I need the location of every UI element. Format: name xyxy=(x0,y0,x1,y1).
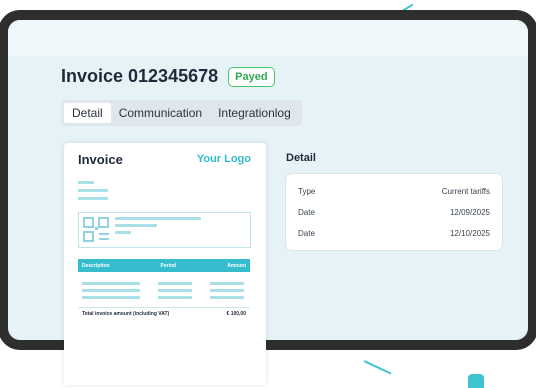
column-header: Description xyxy=(82,262,110,269)
placeholder-bar xyxy=(210,282,244,285)
placeholder-bar xyxy=(115,224,157,227)
placeholder-bar xyxy=(82,296,140,299)
detail-label: Date xyxy=(298,229,315,238)
tab-bar: Detail Communication Integrationlog xyxy=(61,100,302,126)
detail-row: Date 12/10/2025 xyxy=(298,229,490,238)
preview-logo: Your Logo xyxy=(196,153,251,165)
tab-detail[interactable]: Detail xyxy=(64,103,111,123)
detail-row: Type Current tariffs xyxy=(298,187,490,196)
total-label: Total invoice amount (including VAT) xyxy=(82,311,170,317)
detail-label: Date xyxy=(298,208,315,217)
total-value: € 100,00 xyxy=(226,311,246,317)
decorative-shape-bottom-right xyxy=(468,374,484,388)
preview-total-row: Total invoice amount (including VAT) € 1… xyxy=(82,311,246,317)
placeholder-bar xyxy=(82,289,140,292)
page-title: Invoice 012345678 xyxy=(61,66,219,86)
invoice-preview: Invoice Your Logo Description Period Amo… xyxy=(64,143,266,385)
top-band xyxy=(8,20,528,56)
decorative-line-bottom xyxy=(363,360,392,375)
placeholder-bar xyxy=(158,282,192,285)
placeholder-bar xyxy=(115,231,131,234)
detail-card: Type Current tariffs Date 12/09/2025 Dat… xyxy=(285,173,503,251)
qr-code-icon xyxy=(83,217,109,242)
tab-integrationlog[interactable]: Integrationlog xyxy=(210,103,299,123)
column-header: Amount xyxy=(227,262,246,269)
placeholder-bar xyxy=(78,181,94,184)
placeholder-bar xyxy=(158,296,192,299)
placeholder-bar xyxy=(82,282,140,285)
placeholder-bar xyxy=(115,217,201,220)
detail-value: 12/10/2025 xyxy=(449,229,490,238)
tab-communication[interactable]: Communication xyxy=(111,103,210,123)
preview-table-header: Description Period Amount xyxy=(78,259,250,272)
detail-row: Date 12/09/2025 xyxy=(298,208,490,217)
placeholder-bar xyxy=(78,197,108,200)
column-header: Period xyxy=(160,262,177,269)
title-row: Invoice 012345678 Payed xyxy=(61,66,275,87)
placeholder-bar xyxy=(210,289,244,292)
detail-heading: Detail xyxy=(286,152,316,164)
placeholder-bar xyxy=(210,296,244,299)
detail-label: Type xyxy=(298,187,316,196)
detail-value: 12/09/2025 xyxy=(449,208,490,217)
placeholder-bar xyxy=(158,289,192,292)
status-badge: Payed xyxy=(228,66,275,87)
payment-block xyxy=(78,212,251,248)
preview-title: Invoice xyxy=(78,152,123,167)
placeholder-bar xyxy=(78,189,108,192)
detail-value: Current tariffs xyxy=(441,187,490,196)
divider xyxy=(78,307,250,308)
